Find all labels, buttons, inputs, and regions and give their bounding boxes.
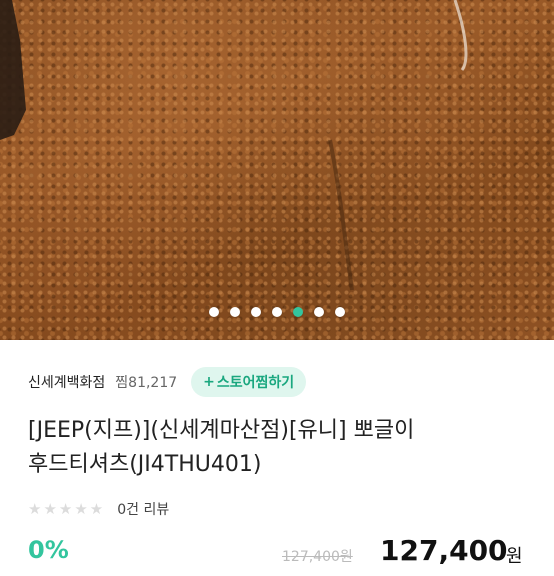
- follow-store-button[interactable]: + 스토어찜하기: [191, 367, 307, 397]
- carousel-dot[interactable]: [209, 307, 219, 317]
- follow-store-label: 스토어찜하기: [216, 375, 295, 391]
- product-image[interactable]: [0, 0, 554, 340]
- original-price: 127,400원: [282, 549, 353, 565]
- carousel-dot[interactable]: [314, 307, 324, 317]
- carousel-dot[interactable]: [251, 307, 261, 317]
- carousel-dot[interactable]: [272, 307, 282, 317]
- product-title-line1: [JEEP(지프)](신세계마산점)[유니] 뽀글이: [28, 418, 415, 443]
- pocket-seam: [328, 139, 354, 291]
- carousel-dot[interactable]: [230, 307, 240, 317]
- store-row: 신세계백화점 찜81,217 + 스토어찜하기: [28, 367, 307, 397]
- discount-rate: 0%: [28, 536, 69, 564]
- price-row: 0% 127,400원 127,400 원: [28, 534, 554, 576]
- review-count-link[interactable]: 0건 리뷰: [117, 499, 169, 519]
- zipper-dark-edge: [0, 0, 26, 140]
- plus-icon: +: [203, 374, 215, 390]
- rating-row: ★★★★★ 0건 리뷰: [28, 498, 169, 520]
- store-name-link[interactable]: 신세계백화점: [28, 372, 105, 392]
- carousel-dot-active[interactable]: [293, 307, 303, 317]
- carousel-indicator: [0, 306, 554, 318]
- star-rating-icons: ★★★★★: [28, 500, 106, 518]
- currency-unit: 원: [506, 546, 523, 567]
- store-likes-count: 찜81,217: [115, 375, 178, 391]
- product-title-line2: 후드티셔츠(JI4THU401): [28, 452, 262, 477]
- jacket-details: [0, 0, 468, 291]
- carousel-dot[interactable]: [335, 307, 345, 317]
- sale-price: 127,400: [380, 534, 508, 567]
- product-title: [JEEP(지프)](신세계마산점)[유니] 뽀글이 후드티셔츠(JI4THU4…: [28, 414, 538, 482]
- hood-edge: [453, 0, 468, 71]
